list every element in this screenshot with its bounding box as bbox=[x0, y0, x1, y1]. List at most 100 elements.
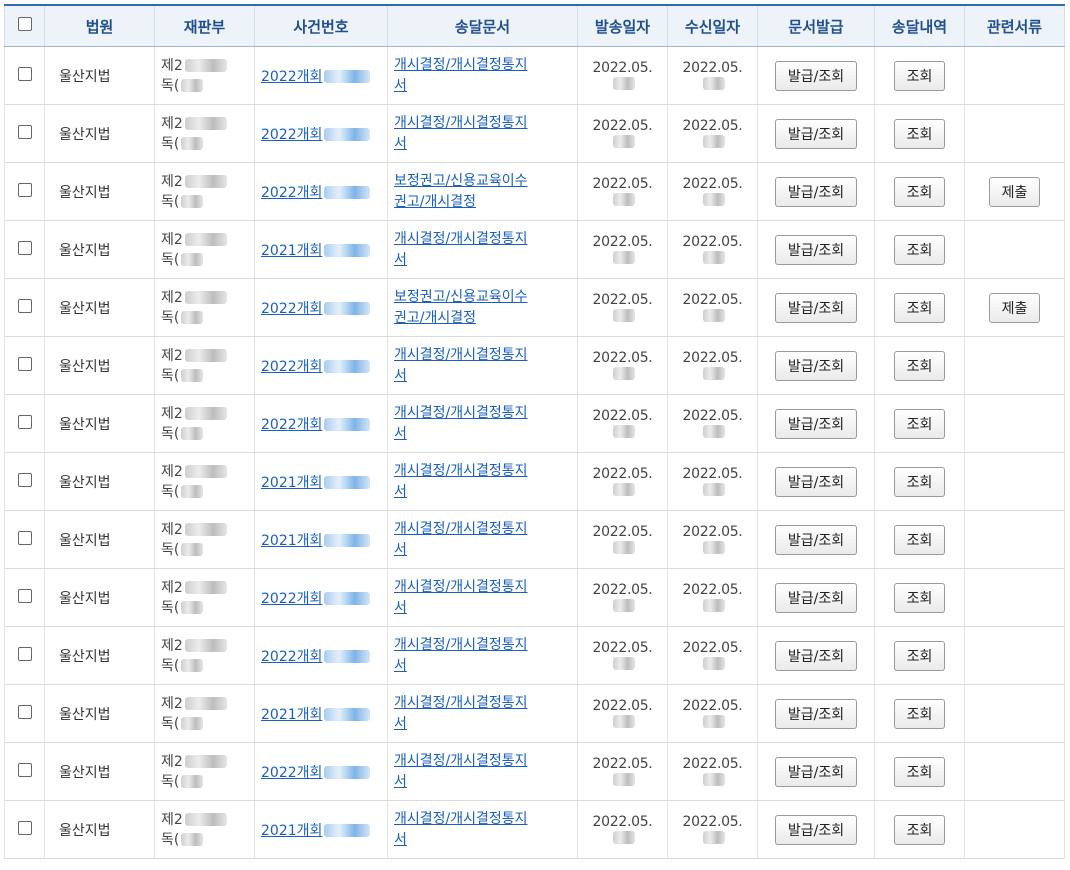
row-checkbox[interactable] bbox=[17, 820, 32, 835]
case-number-link[interactable]: 2021개회 bbox=[261, 533, 371, 549]
delivery-view-button[interactable]: 조회 bbox=[893, 814, 946, 845]
delivery-view-button[interactable]: 조회 bbox=[893, 234, 946, 265]
document-link[interactable]: 개시결정/개시결정통지 서 bbox=[394, 55, 571, 97]
document-link[interactable]: 개시결정/개시결정통지 서 bbox=[394, 461, 571, 503]
case-number-link[interactable]: 2022개회 bbox=[261, 649, 371, 665]
document-link[interactable]: 보정권고/신용교육이수 권고/개시결정 bbox=[394, 287, 571, 329]
header-case-number: 사건번호 bbox=[254, 4, 388, 47]
row-checkbox[interactable] bbox=[17, 472, 32, 487]
submit-button[interactable]: 제출 bbox=[988, 176, 1041, 207]
received-date-cell: 2022.05. bbox=[667, 684, 758, 743]
delivery-view-button[interactable]: 조회 bbox=[893, 582, 946, 613]
sent-date-cell: 2022.05. bbox=[577, 800, 668, 859]
received-date-cell: 2022.05. bbox=[667, 742, 758, 801]
issue-view-button[interactable]: 발급/조회 bbox=[774, 176, 858, 207]
row-checkbox[interactable] bbox=[17, 182, 32, 197]
case-number-cell: 2021개회 bbox=[254, 510, 388, 569]
case-number-link[interactable]: 2021개회 bbox=[261, 823, 371, 839]
case-number-link[interactable]: 2022개회 bbox=[261, 358, 371, 375]
issue-cell: 발급/조회 bbox=[757, 220, 875, 279]
row-checkbox[interactable] bbox=[17, 530, 32, 545]
dept-cell: 제2 독( bbox=[154, 336, 255, 395]
delivery-view-button[interactable]: 조회 bbox=[893, 466, 946, 497]
document-line1: 보정권고/신용교육이수 bbox=[394, 288, 528, 305]
case-number-link[interactable]: 2022개회 bbox=[261, 417, 371, 433]
case-number-link[interactable]: 2022개회 bbox=[261, 127, 371, 143]
delivery-view-button[interactable]: 조회 bbox=[893, 698, 946, 729]
select-all-checkbox[interactable] bbox=[17, 17, 32, 31]
row-checkbox[interactable] bbox=[17, 646, 32, 661]
case-number-text: 2021개회 bbox=[261, 706, 323, 723]
case-number-link[interactable]: 2021개회 bbox=[261, 706, 371, 723]
case-number-link[interactable]: 2022개회 bbox=[261, 301, 371, 317]
delivery-view-button[interactable]: 조회 bbox=[893, 640, 946, 671]
row-checkbox[interactable] bbox=[17, 704, 32, 719]
table-row: 울산지법 제2 독(2022개회 보정권고/신용교육이수 권고/개시결정 2022.05.… bbox=[4, 278, 1065, 337]
document-link[interactable]: 개시결정/개시결정통지 서 bbox=[394, 519, 571, 561]
issue-view-button[interactable]: 발급/조회 bbox=[774, 698, 858, 729]
document-link[interactable]: 개시결정/개시결정통지 서 bbox=[394, 345, 571, 387]
row-checkbox[interactable] bbox=[17, 240, 32, 255]
case-number-link[interactable]: 2022개회 bbox=[261, 765, 371, 781]
issue-view-button[interactable]: 발급/조회 bbox=[774, 640, 858, 671]
issue-view-button[interactable]: 발급/조회 bbox=[774, 756, 858, 787]
delivery-view-button[interactable]: 조회 bbox=[893, 524, 946, 555]
dept-line2: 독( bbox=[161, 425, 180, 442]
delivery-view-button[interactable]: 조회 bbox=[893, 118, 946, 149]
case-number-link[interactable]: 2022개회 bbox=[261, 69, 371, 85]
document-link[interactable]: 개시결정/개시결정통지 서 bbox=[394, 693, 571, 735]
redacted-mark bbox=[184, 639, 227, 652]
document-link[interactable]: 개시결정/개시결정통지 서 bbox=[394, 751, 571, 793]
issue-view-button[interactable]: 발급/조회 bbox=[774, 582, 858, 613]
issue-view-button[interactable]: 발급/조회 bbox=[774, 814, 858, 845]
row-checkbox[interactable] bbox=[17, 762, 32, 777]
case-number-link[interactable]: 2022개회 bbox=[261, 185, 371, 201]
dept-line2: 독( bbox=[161, 715, 180, 732]
row-checkbox[interactable] bbox=[17, 414, 32, 429]
dept-line1: 제2 bbox=[161, 289, 183, 306]
submit-button[interactable]: 제출 bbox=[988, 292, 1041, 323]
delivery-cell: 조회 bbox=[874, 278, 965, 337]
dept-cell: 제2 독( bbox=[154, 510, 255, 569]
dept-cell: 제2 독( bbox=[154, 220, 255, 279]
case-number-text: 2022개회 bbox=[261, 358, 323, 375]
court-name: 울산지법 bbox=[59, 68, 111, 85]
dept-cell: 제2 독( bbox=[154, 162, 255, 221]
received-date-cell: 2022.05. bbox=[667, 162, 758, 221]
delivery-view-button[interactable]: 조회 bbox=[893, 756, 946, 787]
case-number-link[interactable]: 2022개회 bbox=[261, 591, 371, 607]
case-number-link[interactable]: 2021개회 bbox=[261, 475, 371, 491]
issue-cell: 발급/조회 bbox=[757, 626, 875, 685]
case-number-link[interactable]: 2021개회 bbox=[261, 243, 371, 259]
row-checkbox[interactable] bbox=[17, 356, 32, 371]
issue-view-button[interactable]: 발급/조회 bbox=[774, 408, 858, 439]
delivery-view-button[interactable]: 조회 bbox=[893, 408, 946, 439]
sent-date-cell: 2022.05. bbox=[577, 46, 668, 105]
document-link[interactable]: 개시결정/개시결정통지 서 bbox=[394, 577, 571, 619]
row-checkbox[interactable] bbox=[17, 66, 32, 81]
issue-view-button[interactable]: 발급/조회 bbox=[774, 60, 858, 91]
row-select-cell bbox=[4, 104, 45, 163]
issue-view-button[interactable]: 발급/조회 bbox=[774, 350, 858, 381]
issue-view-button[interactable]: 발급/조회 bbox=[774, 234, 858, 265]
document-link[interactable]: 개시결정/개시결정통지 서 bbox=[394, 113, 571, 155]
delivery-view-button[interactable]: 조회 bbox=[893, 292, 946, 323]
document-link[interactable]: 개시결정/개시결정통지 서 bbox=[394, 403, 571, 445]
row-checkbox[interactable] bbox=[17, 298, 32, 313]
document-link[interactable]: 개시결정/개시결정통지 서 bbox=[394, 229, 571, 271]
delivery-view-button[interactable]: 조회 bbox=[893, 350, 946, 381]
row-checkbox[interactable] bbox=[17, 588, 32, 603]
dept-cell: 제2 독( bbox=[154, 46, 255, 105]
issue-view-button[interactable]: 발급/조회 bbox=[774, 524, 858, 555]
document-link[interactable]: 보정권고/신용교육이수 권고/개시결정 bbox=[394, 171, 571, 213]
document-link[interactable]: 개시결정/개시결정통지 서 bbox=[394, 809, 571, 851]
row-checkbox[interactable] bbox=[17, 124, 32, 139]
issue-view-button[interactable]: 발급/조회 bbox=[774, 292, 858, 323]
issue-view-button[interactable]: 발급/조회 bbox=[774, 118, 858, 149]
delivery-view-button[interactable]: 조회 bbox=[893, 60, 946, 91]
delivery-view-button[interactable]: 조회 bbox=[893, 176, 946, 207]
received-date-cell: 2022.05. bbox=[667, 452, 758, 511]
document-link[interactable]: 개시결정/개시결정통지 서 bbox=[394, 635, 571, 677]
issue-view-button[interactable]: 발급/조회 bbox=[774, 466, 858, 497]
redacted-mark bbox=[612, 193, 635, 206]
